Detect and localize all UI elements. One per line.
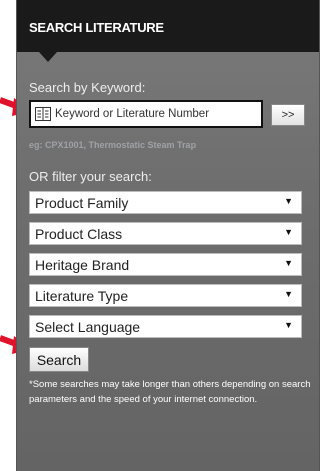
keyword-input[interactable] [55, 105, 259, 123]
select-label: Literature Type [35, 288, 129, 304]
keyword-field[interactable] [29, 100, 263, 128]
keyword-go-button[interactable]: >> [271, 104, 305, 126]
select-label: Product Class [35, 226, 123, 242]
panel-title: SEARCH LITERATURE [29, 20, 164, 35]
search-literature-panel: SEARCH LITERATURE Search by Keyword: >> … [16, 0, 320, 471]
select-label: Select Language [35, 319, 141, 335]
literature-type-select[interactable]: Literature Type ▼ [29, 284, 302, 307]
header-notch [39, 52, 57, 62]
language-select[interactable]: Select Language ▼ [29, 315, 302, 338]
panel-header: SEARCH LITERATURE [17, 0, 319, 52]
select-label: Product Family [35, 195, 129, 211]
select-label: Heritage Brand [35, 257, 130, 273]
product-family-select[interactable]: Product Family ▼ [29, 191, 302, 214]
filter-label: OR filter your search: [29, 169, 152, 184]
dropdown-arrow-icon: ▼ [284, 258, 293, 268]
dropdown-arrow-icon: ▼ [284, 320, 293, 330]
dropdown-arrow-icon: ▼ [284, 196, 293, 206]
dropdown-arrow-icon: ▼ [284, 227, 293, 237]
document-icon [35, 107, 51, 121]
product-class-select[interactable]: Product Class ▼ [29, 222, 302, 245]
search-button[interactable]: Search [29, 347, 89, 372]
search-note: *Some searches may take longer than othe… [29, 379, 311, 405]
keyword-example: eg: CPX1001, Thermostatic Steam Trap [29, 140, 197, 150]
heritage-brand-select[interactable]: Heritage Brand ▼ [29, 253, 302, 276]
dropdown-arrow-icon: ▼ [284, 289, 293, 299]
keyword-label: Search by Keyword: [29, 80, 146, 95]
